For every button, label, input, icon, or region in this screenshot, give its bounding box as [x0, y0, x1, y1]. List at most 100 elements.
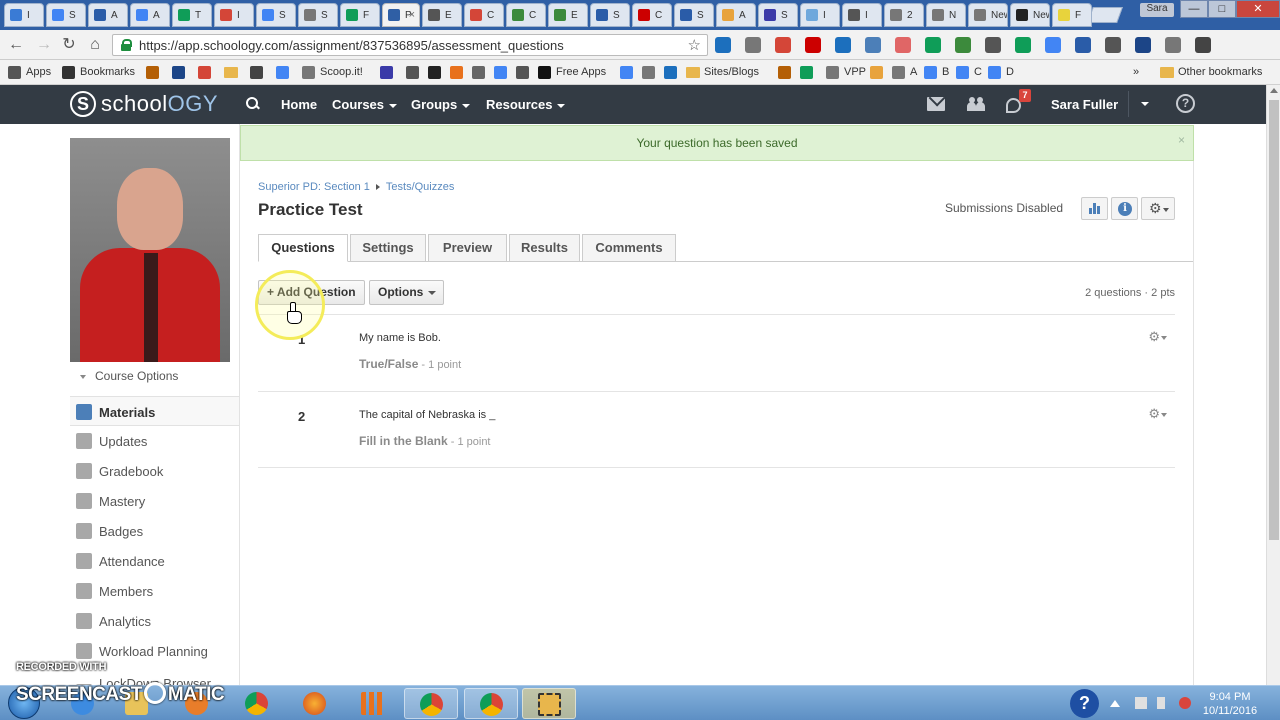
- bookmark-item[interactable]: [870, 64, 888, 81]
- browser-tab[interactable]: C: [464, 3, 504, 27]
- course-options-toggle[interactable]: Course Options: [80, 369, 178, 383]
- close-tab-icon[interactable]: ×: [409, 9, 415, 21]
- browser-tab[interactable]: I: [842, 3, 882, 27]
- back-arrow-icon[interactable]: ←: [6, 35, 26, 55]
- bookmark-item[interactable]: Free Apps: [538, 64, 606, 81]
- browser-tab[interactable]: F: [340, 3, 380, 27]
- browser-tab[interactable]: E: [548, 3, 588, 27]
- bookmark-item[interactable]: [642, 64, 660, 81]
- tab-questions[interactable]: Questions: [258, 234, 348, 262]
- sidebar-item-updates[interactable]: Updates: [70, 426, 239, 456]
- bookmark-item[interactable]: D: [988, 64, 1014, 81]
- extension-icon[interactable]: [985, 37, 1001, 53]
- sidebar-item-gradebook[interactable]: Gradebook: [70, 456, 239, 486]
- extension-icon[interactable]: [835, 37, 851, 53]
- close-icon[interactable]: ×: [1178, 123, 1185, 158]
- bookmark-item[interactable]: [198, 64, 216, 81]
- browser-tab[interactable]: I: [214, 3, 254, 27]
- messages-icon[interactable]: [927, 97, 945, 111]
- browser-tab[interactable]: S: [256, 3, 296, 27]
- tray-show-hidden-icon[interactable]: [1110, 700, 1120, 707]
- bookmark-item[interactable]: [494, 64, 512, 81]
- maximize-button[interactable]: □: [1208, 0, 1236, 18]
- browser-tab[interactable]: F: [1052, 3, 1092, 27]
- bookmark-item[interactable]: [172, 64, 190, 81]
- bookmark-item[interactable]: [224, 64, 242, 81]
- taskbar-apps-icon[interactable]: [346, 688, 400, 719]
- taskbar-screencast-window[interactable]: [522, 688, 576, 719]
- other-bookmarks-folder[interactable]: Other bookmarks: [1160, 64, 1262, 81]
- bookmark-item[interactable]: Apps: [8, 64, 51, 81]
- action-center-flag-icon[interactable]: [1135, 697, 1147, 709]
- home-icon[interactable]: ⌂: [85, 35, 105, 55]
- browser-tab[interactable]: I: [800, 3, 840, 27]
- browser-tab[interactable]: A: [716, 3, 756, 27]
- sidebar-item-materials[interactable]: Materials: [70, 396, 239, 426]
- extension-icon[interactable]: [925, 37, 941, 53]
- stats-button[interactable]: [1081, 197, 1108, 220]
- tab-preview[interactable]: Preview: [428, 234, 507, 262]
- tray-help-icon[interactable]: ?: [1070, 689, 1099, 718]
- browser-tab[interactable]: S: [674, 3, 714, 27]
- bookmark-item[interactable]: [516, 64, 534, 81]
- user-name[interactable]: Sara Fuller: [1051, 97, 1118, 112]
- bookmark-item[interactable]: [472, 64, 490, 81]
- question-row[interactable]: 1 My name is Bob. True/False - 1 point ⚙: [258, 314, 1175, 391]
- browser-tab[interactable]: P ×: [382, 3, 420, 27]
- schoology-logo-text[interactable]: schoolOGY: [101, 91, 218, 117]
- battery-icon[interactable]: [1157, 697, 1165, 709]
- browser-tab[interactable]: 2: [884, 3, 924, 27]
- extension-icon[interactable]: [805, 37, 821, 53]
- bookmark-item[interactable]: [778, 64, 796, 81]
- bookmark-item[interactable]: Scoop.it!: [302, 64, 363, 81]
- browser-tab[interactable]: S: [298, 3, 338, 27]
- bookmark-item[interactable]: [450, 64, 468, 81]
- question-settings-button[interactable]: ⚙: [1148, 407, 1167, 421]
- taskbar-clock[interactable]: 9:04 PM 10/11/2016: [1200, 690, 1260, 718]
- reload-icon[interactable]: ↻: [59, 35, 79, 55]
- extension-icon[interactable]: [955, 37, 971, 53]
- breadcrumb-tests-quizzes-link[interactable]: Tests/Quizzes: [386, 181, 454, 193]
- bookmark-item[interactable]: [276, 64, 294, 81]
- nav-resources[interactable]: Resources: [486, 97, 566, 112]
- extension-icon[interactable]: [865, 37, 881, 53]
- bookmark-item[interactable]: VPP: [826, 64, 866, 81]
- extension-icon[interactable]: [1045, 37, 1061, 53]
- extension-icon[interactable]: [1195, 37, 1211, 53]
- forward-arrow-icon[interactable]: →: [34, 35, 54, 55]
- connections-icon[interactable]: [967, 97, 985, 111]
- bookmark-item[interactable]: A: [892, 64, 917, 81]
- schoology-logo-icon[interactable]: S: [70, 91, 96, 117]
- browser-tab[interactable]: T: [172, 3, 212, 27]
- browser-tab[interactable]: E: [422, 3, 462, 27]
- bookmarks-overflow-button[interactable]: »: [1133, 64, 1139, 81]
- page-scrollbar[interactable]: [1266, 85, 1280, 685]
- search-icon[interactable]: [246, 97, 260, 111]
- extension-icon[interactable]: [1165, 37, 1181, 53]
- browser-tab[interactable]: S: [590, 3, 630, 27]
- nav-home[interactable]: Home: [281, 97, 317, 112]
- bookmark-item[interactable]: [428, 64, 446, 81]
- volume-muted-icon[interactable]: [1179, 697, 1191, 709]
- bookmark-item[interactable]: [664, 64, 682, 81]
- taskbar-chrome-window-2[interactable]: [464, 688, 518, 719]
- extension-icon[interactable]: [745, 37, 761, 53]
- help-icon[interactable]: ?: [1176, 94, 1195, 113]
- bookmark-item[interactable]: C: [956, 64, 982, 81]
- extension-icon[interactable]: [715, 37, 731, 53]
- browser-tab[interactable]: New: [968, 3, 1008, 27]
- extension-icon[interactable]: [1075, 37, 1091, 53]
- tab-results[interactable]: Results: [509, 234, 580, 262]
- sidebar-item-attendance[interactable]: Attendance: [70, 546, 239, 576]
- minimize-button[interactable]: —: [1180, 0, 1208, 18]
- settings-menu-button[interactable]: ⚙: [1141, 197, 1175, 220]
- options-dropdown-button[interactable]: Options: [369, 280, 444, 305]
- taskbar-chrome-window-1[interactable]: [404, 688, 458, 719]
- browser-tab[interactable]: New: [1010, 3, 1050, 27]
- extension-icon[interactable]: [1015, 37, 1031, 53]
- browser-tab[interactable]: I: [4, 3, 44, 27]
- nav-courses[interactable]: Courses: [332, 97, 398, 112]
- bookmark-item[interactable]: [380, 64, 398, 81]
- scrollbar-thumb[interactable]: [1269, 100, 1279, 540]
- extension-icon[interactable]: [895, 37, 911, 53]
